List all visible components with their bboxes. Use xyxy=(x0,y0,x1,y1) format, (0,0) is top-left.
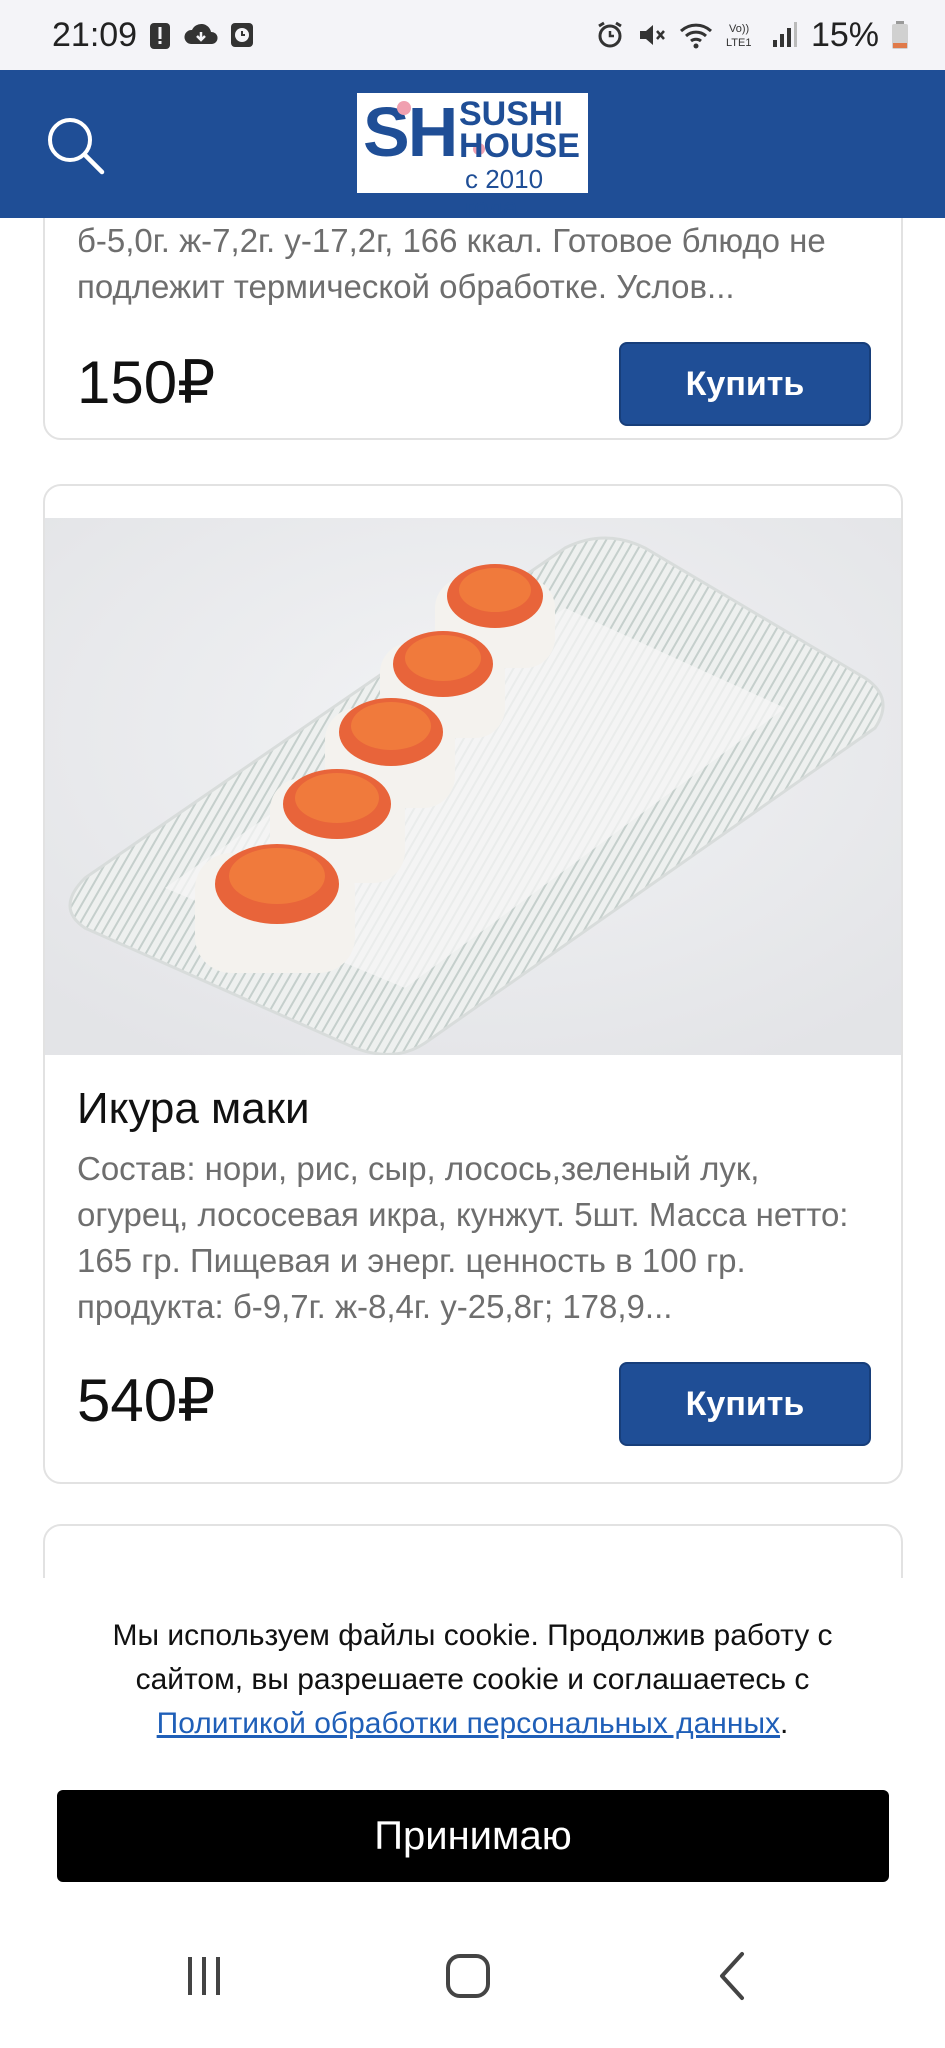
recent-apps-icon xyxy=(188,1957,220,1995)
svg-text:LTE1: LTE1 xyxy=(726,37,751,49)
wifi-icon xyxy=(679,23,712,49)
home-icon xyxy=(446,1954,490,1998)
cookie-text-block: Мы используем файлы cookie. Продолжив ра… xyxy=(60,1614,885,1746)
sushi-house-logo[interactable]: SH SUSHI HOUSE с 2010 года xyxy=(356,92,589,221)
mute-icon xyxy=(639,25,665,45)
buy-button[interactable]: Купить xyxy=(619,342,871,426)
product-list: б-5,0г. ж-7,2г. у-17,2г, 166 ккал. Готов… xyxy=(0,218,945,1578)
accept-cookies-button[interactable]: Принимаю xyxy=(57,1790,889,1882)
battery-percent: 15% xyxy=(810,15,879,54)
product-title: Икура маки xyxy=(77,1084,310,1133)
cloud-icon xyxy=(184,23,218,44)
product-description: б-5,0г. ж-7,2г. у-17,2г, 166 ккал. Готов… xyxy=(77,222,826,305)
status-bar: 21:09 Vo)) LTE1 15% xyxy=(0,0,945,70)
back-icon xyxy=(720,1952,744,2000)
search-button[interactable] xyxy=(40,110,112,182)
buy-button[interactable]: Купить xyxy=(619,1362,871,1446)
product-price: 540₽ xyxy=(77,1367,216,1434)
product-card: б-5,0г. ж-7,2г. у-17,2г, 166 ккал. Готов… xyxy=(43,218,903,440)
product-description: Состав: нори, рис, сыр, лосось,зеленый л… xyxy=(77,1150,849,1325)
alert-icon xyxy=(150,23,171,49)
recent-apps-button[interactable] xyxy=(164,1936,244,2016)
battery-icon xyxy=(892,21,908,49)
product-price: 150₽ xyxy=(77,349,216,416)
search-icon xyxy=(48,118,105,175)
cookie-banner: Мы используем файлы cookie. Продолжив ра… xyxy=(0,1578,945,1898)
logo-line2: HOUSE xyxy=(459,127,580,165)
svg-text:Vo)): Vo)) xyxy=(729,23,749,35)
volte-icon: Vo)) LTE1 xyxy=(726,23,751,49)
status-time: 21:09 xyxy=(52,15,138,54)
status-left: 21:09 xyxy=(52,16,255,55)
logo-line1: SUSHI xyxy=(459,95,563,133)
status-right: Vo)) LTE1 15% xyxy=(595,16,909,55)
cookie-period: . xyxy=(780,1707,789,1740)
site-header: SH SUSHI HOUSE с 2010 года xyxy=(0,70,945,221)
product-photo[interactable] xyxy=(45,518,901,1055)
logo-since: с 2010 года xyxy=(465,164,544,222)
product-card xyxy=(43,1524,903,1578)
privacy-policy-link[interactable]: Политикой обработки персональных данных xyxy=(157,1707,780,1740)
sushi-plate-image xyxy=(45,518,901,1055)
product-card: Икура маки Состав: нори, рис, сыр, лосос… xyxy=(43,484,903,1484)
home-button[interactable] xyxy=(428,1936,508,2016)
alarm-icon xyxy=(598,21,622,48)
logo-dot xyxy=(397,101,411,115)
clock-app-icon xyxy=(231,23,254,47)
back-button[interactable] xyxy=(694,1936,774,2016)
system-navbar xyxy=(0,1898,945,2048)
cookie-message: Мы используем файлы cookie. Продолжив ра… xyxy=(112,1619,833,1696)
signal-icon xyxy=(772,22,797,47)
